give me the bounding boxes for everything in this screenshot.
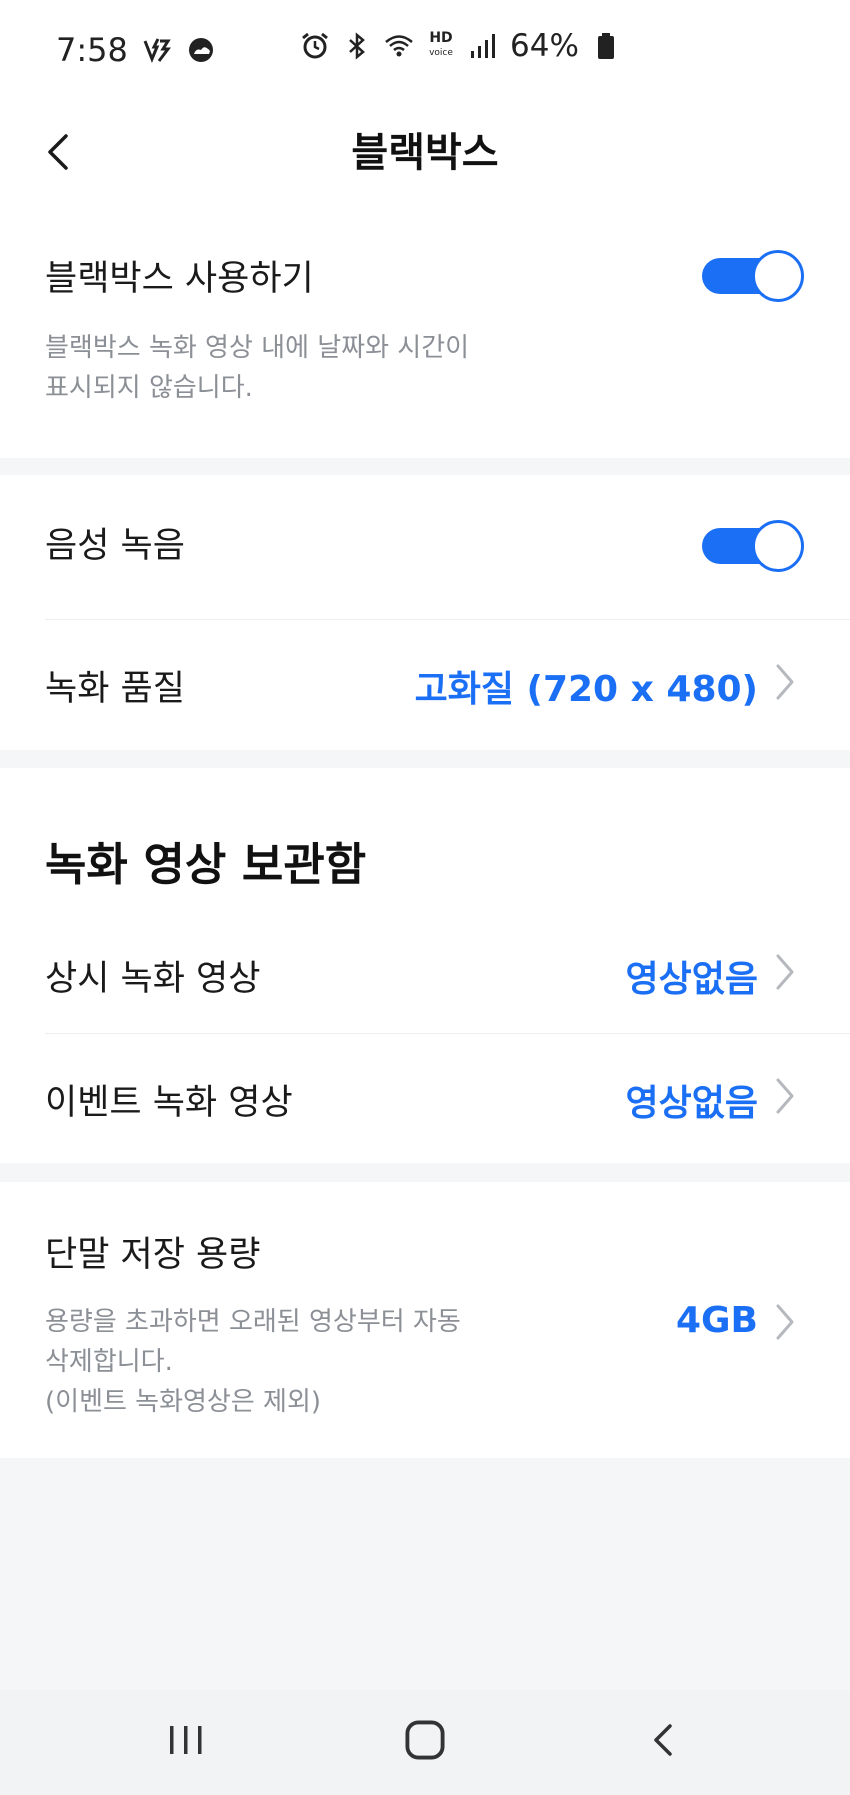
chevron-right-icon: [776, 664, 794, 700]
blackbox-description: 블랙박스 녹화 영상 내에 날짜와 시간이 표시되지 않습니다.: [45, 328, 469, 408]
battery-percent: 64%: [510, 28, 579, 64]
device-storage-description: 용량을 초과하면 오래된 영상부터 자동 삭제합니다. (이벤트 녹화영상은 제…: [45, 1302, 461, 1422]
wifi-icon: [384, 31, 414, 61]
hd-voice-icon: HD voice: [426, 31, 456, 61]
device-storage-label: 단말 저장 용량: [45, 1235, 261, 1275]
page-title: 블랙박스: [351, 130, 499, 176]
alarm-icon: [300, 31, 330, 61]
video-storage-title: 녹화 영상 보관함: [45, 838, 367, 891]
status-right: HD voice 64%: [300, 28, 621, 64]
screen: 7:58 HD voice 64% 블랙박스 블랙박스 사용하기 블랙박스 녹화…: [0, 0, 850, 1795]
system-back-button[interactable]: [634, 1710, 694, 1770]
blackbox-enable-label: 블랙박스 사용하기: [45, 259, 314, 299]
device-storage-value: 4GB: [675, 1300, 758, 1341]
blackbox-enable-toggle[interactable]: [702, 248, 806, 304]
quality-value: 고화질 (720 x 480): [414, 669, 758, 710]
back-icon: [654, 1724, 672, 1756]
continuous-video-row[interactable]: 상시 녹화 영상 영상없음: [0, 908, 850, 1033]
weather-icon: [186, 35, 216, 65]
recording-section: 음성 녹음 녹화 품질 고화질 (720 x 480): [0, 475, 850, 750]
signal-icon: [468, 31, 498, 61]
quality-row[interactable]: 녹화 품질 고화질 (720 x 480): [0, 620, 850, 750]
blackbox-section: 블랙박스 사용하기 블랙박스 녹화 영상 내에 날짜와 시간이 표시되지 않습니…: [0, 200, 850, 458]
event-video-value: 영상없음: [625, 1083, 758, 1124]
event-video-label: 이벤트 녹화 영상: [45, 1083, 293, 1123]
blackbox-description-line-2: 표시되지 않습니다.: [45, 373, 253, 403]
recent-apps-button[interactable]: [156, 1710, 216, 1770]
continuous-video-value: 영상없음: [625, 959, 758, 1000]
status-time: 7:58: [56, 31, 128, 69]
audio-record-label: 음성 녹음: [45, 526, 185, 566]
voltage-icon: [142, 35, 172, 65]
system-nav-bar: [0, 1690, 850, 1795]
chevron-right-icon: [776, 954, 794, 990]
toggle-knob: [752, 250, 804, 302]
blackbox-description-line-1: 블랙박스 녹화 영상 내에 날짜와 시간이: [45, 333, 470, 363]
event-video-row[interactable]: 이벤트 녹화 영상 영상없음: [0, 1034, 850, 1163]
device-storage-section[interactable]: 단말 저장 용량 용량을 초과하면 오래된 영상부터 자동 삭제합니다. (이벤…: [0, 1182, 850, 1458]
device-storage-description-line-2: 삭제합니다.: [45, 1347, 173, 1377]
battery-icon: [591, 31, 621, 61]
bluetooth-icon: [342, 31, 372, 61]
chevron-right-icon: [776, 1078, 794, 1114]
voice-label: voice: [429, 48, 453, 58]
recent-apps-icon: [170, 1726, 202, 1754]
quality-label: 녹화 품질: [45, 669, 185, 709]
continuous-video-label: 상시 녹화 영상: [45, 959, 261, 999]
home-icon: [405, 1720, 445, 1760]
hd-label: HD: [429, 30, 453, 46]
audio-record-toggle[interactable]: [702, 518, 806, 574]
home-button[interactable]: [395, 1710, 455, 1770]
video-storage-section: 녹화 영상 보관함 상시 녹화 영상 영상없음 이벤트 녹화 영상 영상없음: [0, 768, 850, 1163]
status-bar: 7:58 HD voice 64%: [0, 0, 850, 100]
device-storage-description-line-3: (이벤트 녹화영상은 제외): [45, 1387, 322, 1417]
status-left: 7:58: [56, 31, 216, 69]
chevron-right-icon: [776, 1304, 794, 1340]
toggle-knob: [752, 520, 804, 572]
device-storage-description-line-1: 용량을 초과하면 오래된 영상부터 자동: [45, 1307, 461, 1337]
